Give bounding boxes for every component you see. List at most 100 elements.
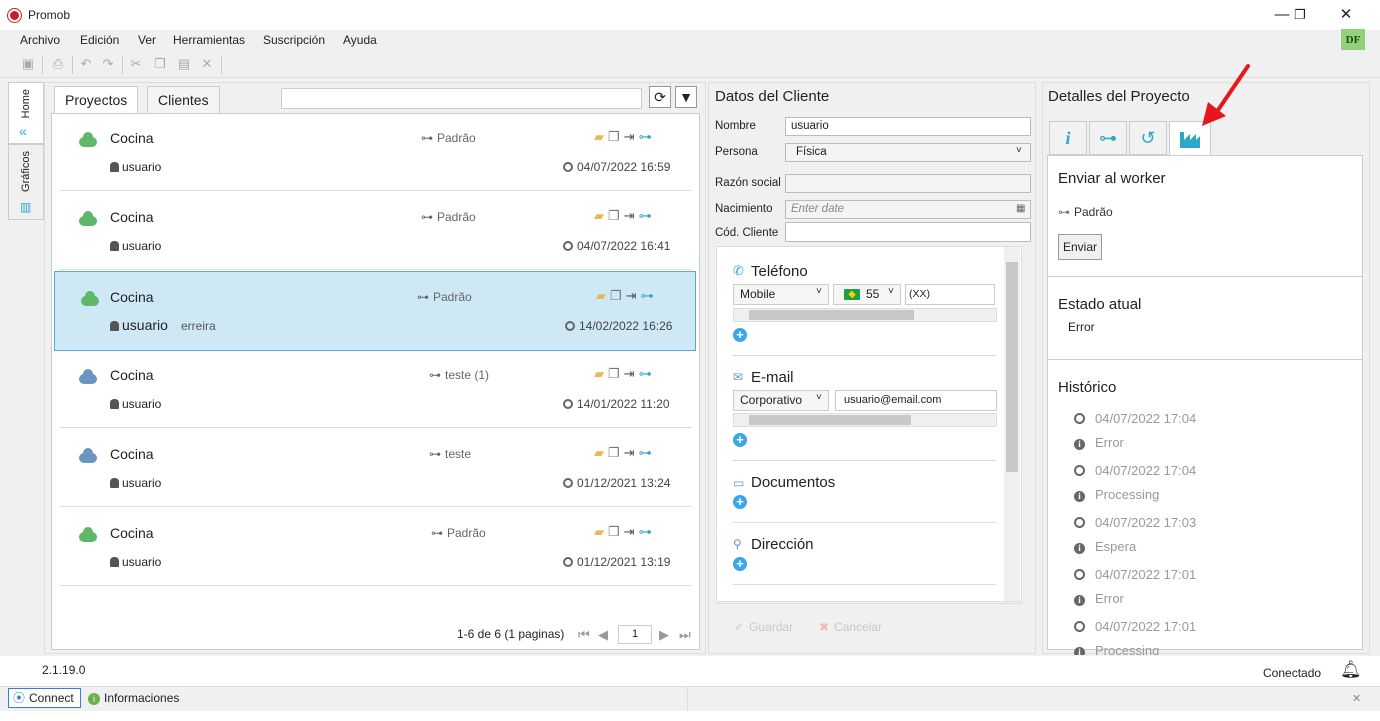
label-nombre: Nombre	[715, 120, 756, 132]
email-type-select[interactable]: Corporativo	[733, 390, 829, 411]
client-vscroll-thumb[interactable]	[1006, 262, 1018, 472]
bottom-bar	[0, 686, 1380, 711]
history-status-label: Espera	[1095, 539, 1137, 554]
undo-icon[interactable]: ↶	[78, 56, 94, 72]
add-document-button[interactable]: +	[733, 495, 747, 509]
email-hscroll[interactable]	[733, 413, 997, 427]
info-button[interactable]: i Informaciones	[88, 691, 179, 705]
branch-add-icon[interactable]: ⊶	[639, 445, 656, 460]
duplicate-icon[interactable]: ❐	[608, 524, 624, 539]
user-avatar[interactable]: DF	[1341, 29, 1365, 52]
tab-info-icon[interactable]: i	[1049, 121, 1087, 155]
paste-icon[interactable]: ▤	[176, 56, 192, 72]
next-page-icon[interactable]: ▶	[659, 627, 669, 643]
last-page-icon[interactable]: ⏭	[679, 627, 691, 643]
tab-branches-icon[interactable]: ⊶	[1089, 121, 1127, 155]
project-row[interactable]: Cocina usuario ⊶ teste (1) 14/01/2022 11:20 ▰…	[59, 350, 691, 428]
home-icon: «	[19, 123, 27, 139]
add-address-button[interactable]: +	[733, 557, 747, 571]
menu-ayuda[interactable]: Ayuda	[343, 33, 377, 47]
project-user: usuario	[110, 239, 161, 253]
maximize-button[interactable]: ❐	[1280, 4, 1320, 26]
folder-icon[interactable]: ▰	[594, 524, 608, 539]
project-date: 14/02/2022 16:26	[565, 319, 672, 333]
tab-history-icon[interactable]: ↺	[1129, 121, 1167, 155]
export-icon[interactable]: ⇥	[624, 129, 639, 144]
export-icon[interactable]: ⇥	[624, 366, 639, 381]
branch-add-icon[interactable]: ⊶	[639, 129, 656, 144]
tab-proyectos[interactable]: Proyectos	[54, 86, 139, 114]
menu-edicion[interactable]: Edición	[80, 33, 119, 47]
menu-ver[interactable]: Ver	[138, 33, 156, 47]
phone-hscroll[interactable]	[733, 308, 997, 322]
project-branch: ⊶ Padrão	[431, 526, 486, 540]
delete-icon[interactable]: ✕	[199, 56, 215, 72]
save-icon[interactable]: ▣	[20, 56, 36, 72]
duplicate-icon[interactable]: ❐	[608, 445, 624, 460]
folder-icon[interactable]: ▰	[596, 288, 610, 303]
connect-button[interactable]: ⦿ Connect	[8, 688, 81, 708]
save-client-button[interactable]: ✔ Guardar	[734, 620, 793, 634]
project-row[interactable]: Cocina usuario ⊶ teste 01/12/2021 13:24 ▰❐⇥⊶	[59, 429, 691, 507]
menu-herramientas[interactable]: Herramientas	[173, 33, 245, 47]
tab-clientes[interactable]: Clientes	[147, 86, 220, 113]
cancel-client-button[interactable]: ✖ Cancelar	[819, 620, 882, 634]
export-icon[interactable]: ⇥	[626, 288, 641, 303]
duplicate-icon[interactable]: ❐	[608, 366, 624, 381]
copy-icon[interactable]: ❐	[152, 56, 168, 72]
prev-page-icon[interactable]: ◀	[598, 627, 608, 643]
duplicate-icon[interactable]: ❐	[608, 208, 624, 223]
branch-add-icon[interactable]: ⊶	[641, 288, 658, 303]
print-icon[interactable]: ⎙	[50, 56, 66, 72]
duplicate-icon[interactable]: ❐	[608, 129, 624, 144]
label-cod-cliente: Cód. Cliente	[715, 227, 779, 239]
folder-icon[interactable]: ▰	[594, 208, 608, 223]
phone-type-select[interactable]: Mobile	[733, 284, 829, 305]
projects-search-input[interactable]	[281, 88, 642, 109]
add-email-button[interactable]: +	[733, 433, 747, 447]
first-page-icon[interactable]: ⏮	[578, 627, 590, 643]
folder-icon[interactable]: ▰	[594, 129, 608, 144]
bell-icon[interactable]: 🔔︎	[1340, 660, 1362, 680]
phone-number-input[interactable]: (XX) XXXXXXXXX	[905, 284, 995, 319]
cut-icon[interactable]: ✂	[128, 56, 144, 72]
export-icon[interactable]: ⇥	[624, 445, 639, 460]
razon-social-input[interactable]	[785, 174, 1031, 193]
close-button[interactable]: ✕	[1326, 4, 1366, 26]
sidetab-home[interactable]: Home «	[8, 82, 44, 144]
sidetab-graficos[interactable]: Gráficos ▥	[8, 144, 44, 220]
export-icon[interactable]: ⇥	[624, 208, 639, 223]
filter-button[interactable]: ▼	[675, 86, 697, 108]
persona-select[interactable]: Física	[785, 143, 1031, 162]
title-bar	[0, 0, 1380, 30]
redo-icon[interactable]: ↷	[100, 56, 116, 72]
refresh-button[interactable]: ⟳	[649, 86, 671, 108]
folder-icon[interactable]: ▰	[594, 366, 608, 381]
folder-icon[interactable]: ▰	[594, 445, 608, 460]
project-row[interactable]: Cocina usuario ⊶ Padrão 01/12/2021 13:19 ▰❐⇥⊶	[59, 508, 691, 586]
project-row[interactable]: Cocina usuario erreira ⊶ Padrão 14/02/2022 16…	[54, 271, 696, 351]
menu-archivo[interactable]: Archivo	[20, 33, 60, 47]
nacimiento-input[interactable]: Enter date	[785, 200, 1031, 219]
nombre-input[interactable]: usuario	[785, 117, 1031, 136]
project-actions: ▰❐⇥⊶	[594, 524, 656, 540]
enviar-button[interactable]: Enviar	[1058, 234, 1102, 260]
add-phone-button[interactable]: +	[733, 328, 747, 342]
branch-add-icon[interactable]: ⊶	[639, 208, 656, 223]
branch-add-icon[interactable]: ⊶	[639, 524, 656, 539]
project-row[interactable]: Cocina usuario ⊶ Padrão 04/07/2022 16:59 ▰❐⇥⊶	[59, 113, 691, 191]
calendar-icon[interactable]: ▦	[1016, 203, 1025, 214]
cloud-icon	[79, 527, 97, 542]
project-branch-label: Padrão	[437, 210, 476, 224]
branch-add-icon[interactable]: ⊶	[639, 366, 656, 381]
email-input[interactable]: usuario@email.com	[835, 390, 997, 411]
close-bar-icon[interactable]: ✕	[1352, 692, 1361, 705]
cod-cliente-input[interactable]	[785, 222, 1031, 242]
cancel-client-label: Cancelar	[834, 620, 883, 634]
menu-suscripcion[interactable]: Suscripción	[263, 33, 325, 47]
page-number-input[interactable]: 1	[618, 625, 652, 644]
export-icon[interactable]: ⇥	[624, 524, 639, 539]
project-row[interactable]: Cocina usuario ⊶ Padrão 04/07/2022 16:41 ▰❐⇥⊶	[59, 192, 691, 270]
project-date-label: 14/02/2022 16:26	[579, 319, 673, 333]
duplicate-icon[interactable]: ❐	[610, 288, 626, 303]
